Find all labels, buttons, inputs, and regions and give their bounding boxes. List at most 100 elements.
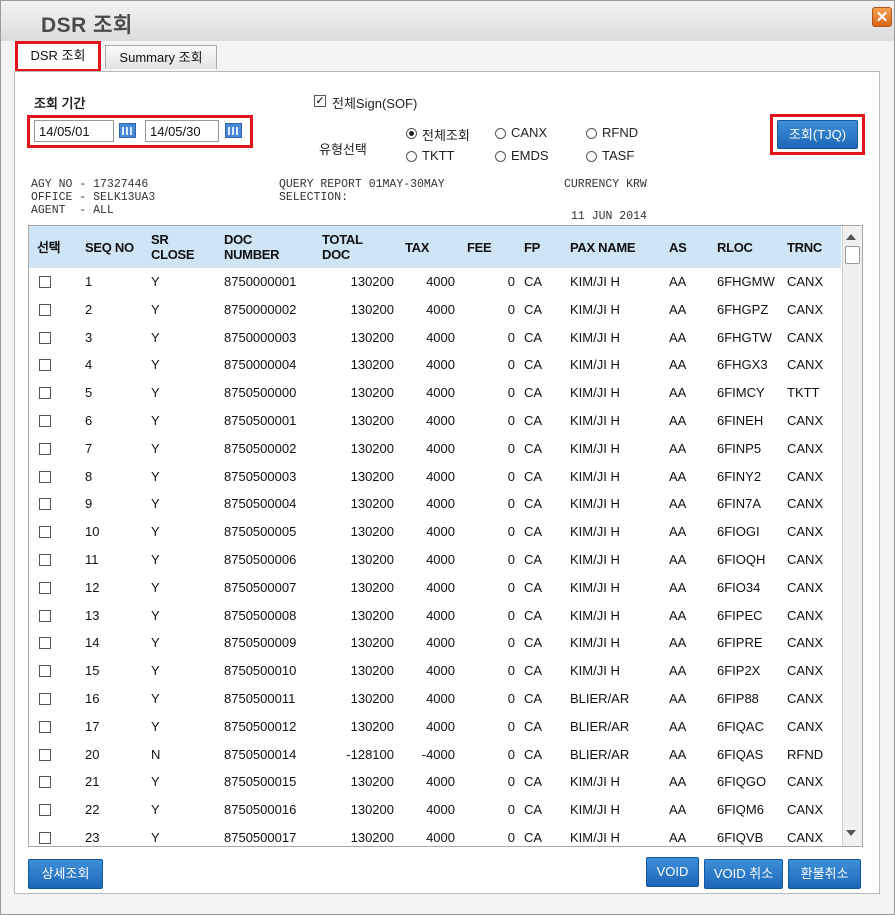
cell-fp: CA	[524, 718, 543, 734]
scroll-up-icon[interactable]	[846, 234, 856, 240]
cell-fee: 0	[507, 357, 515, 373]
cell-fee: 0	[507, 496, 515, 512]
table-row[interactable]: 7 Y 8750500002 130200 4000 0 CA KIM/JI H AA 6FINP…	[29, 435, 841, 463]
cell-rloc: 6FIPEC	[717, 607, 763, 623]
row-select-checkbox[interactable]	[39, 693, 51, 705]
row-select-checkbox[interactable]	[39, 748, 51, 761]
row-select-checkbox[interactable]	[39, 387, 51, 400]
radio-tasf[interactable]	[586, 151, 597, 162]
table-row[interactable]: 20 N 8750500014 -128100 -4000 0 CA BLIER/AR AA 6F…	[29, 741, 841, 769]
cell-seq: 23	[85, 830, 100, 845]
table-row[interactable]: 12 Y 8750500007 130200 4000 0 CA KIM/JI H AA 6FIO…	[29, 574, 841, 602]
radio-all[interactable]	[406, 128, 417, 139]
cell-as: AA	[669, 440, 687, 456]
row-select-checkbox[interactable]	[39, 498, 51, 511]
header-rloc: RLOC	[717, 239, 753, 255]
row-select-checkbox[interactable]	[39, 303, 51, 316]
cell-seq: 22	[85, 802, 100, 818]
detail-button[interactable]: 상세조회	[28, 859, 103, 889]
cell-total: 130200	[350, 774, 394, 790]
row-select-checkbox[interactable]	[39, 442, 51, 455]
cell-rloc: 6FIP88	[717, 691, 759, 706]
calendar-icon[interactable]	[225, 123, 242, 138]
scroll-down-icon[interactable]	[846, 830, 856, 836]
radio-emds[interactable]	[495, 151, 506, 162]
close-icon[interactable]: ✕	[872, 7, 892, 27]
table-row[interactable]: 22 Y 8750500016 130200 4000 0 CA KIM/JI H AA 6FIQ…	[29, 796, 841, 824]
radio-emds-label: EMDS	[511, 148, 549, 163]
cell-total: 130200	[350, 274, 394, 289]
table-row[interactable]: 21 Y 8750500015 130200 4000 0 CA KIM/JI H AA 6FIQ…	[29, 768, 841, 796]
cell-seq: 1	[85, 274, 93, 289]
table-row[interactable]: 10 Y 8750500005 130200 4000 0 CA KIM/JI H AA 6FIO…	[29, 518, 841, 546]
table-scrollbar[interactable]	[842, 226, 862, 846]
cell-total: 130200	[350, 607, 394, 623]
sign-checkbox-label: 전체Sign(SOF)	[332, 96, 418, 111]
tab-dsr[interactable]: DSR 조회	[15, 41, 101, 72]
row-select-checkbox[interactable]	[39, 776, 51, 789]
cell-as: AA	[669, 607, 687, 623]
date-to-field[interactable]: 14/05/30	[145, 120, 219, 142]
radio-rfnd[interactable]	[586, 128, 597, 139]
row-select-checkbox[interactable]	[39, 331, 51, 344]
row-select-checkbox[interactable]	[39, 470, 51, 483]
header-pax-name: PAX NAME	[570, 239, 636, 255]
date-from-field[interactable]: 14/05/01	[34, 120, 114, 142]
void-cancel-button[interactable]: VOID 취소	[704, 859, 783, 889]
cell-fp: CA	[524, 385, 543, 401]
row-select-checkbox[interactable]	[39, 554, 51, 566]
row-select-checkbox[interactable]	[39, 804, 51, 817]
cell-tax: 4000	[426, 607, 455, 623]
cell-sr-close: Y	[151, 663, 160, 679]
search-button[interactable]: 조회(TJQ)	[777, 120, 858, 149]
cell-tax: 4000	[426, 329, 455, 345]
cell-sr-close: Y	[151, 468, 160, 484]
cell-rloc: 6FIOQH	[717, 552, 766, 567]
table-row[interactable]: 4 Y 8750000004 130200 4000 0 CA KIM/JI H AA 6FHGX…	[29, 351, 841, 379]
row-select-checkbox[interactable]	[39, 637, 51, 650]
cell-trnc: CANX	[787, 329, 824, 345]
table-row[interactable]: 15 Y 8750500010 130200 4000 0 CA KIM/JI H AA 6FIP…	[29, 657, 841, 685]
table-row[interactable]: 23 Y 8750500017 130200 4000 0 CA KIM/JI H AA 6FIQ…	[29, 824, 841, 846]
cell-pax: KIM/JI H	[570, 635, 620, 651]
table-row[interactable]: 17 Y 8750500012 130200 4000 0 CA BLIER/AR AA 6FIQ…	[29, 713, 841, 741]
sign-checkbox[interactable]: ✓	[314, 95, 326, 107]
row-select-checkbox[interactable]	[39, 609, 51, 622]
scroll-thumb[interactable]	[845, 246, 860, 264]
radio-canx[interactable]	[495, 128, 506, 139]
table-row[interactable]: 2 Y 8750000002 130200 4000 0 CA KIM/JI H AA 6FHGP…	[29, 296, 841, 324]
table-row[interactable]: 5 Y 8750500000 130200 4000 0 CA KIM/JI H AA 6FIMC…	[29, 379, 841, 407]
table-row[interactable]: 1 Y 8750000001 130200 4000 0 CA KIM/JI H AA 6FHGM…	[29, 268, 841, 296]
row-select-checkbox[interactable]	[39, 720, 51, 733]
row-select-checkbox[interactable]	[39, 415, 51, 427]
cell-total: 130200	[350, 663, 394, 679]
cell-as: AA	[669, 385, 687, 401]
table-row[interactable]: 14 Y 8750500009 130200 4000 0 CA KIM/JI H AA 6FIP…	[29, 629, 841, 657]
row-select-checkbox[interactable]	[39, 832, 51, 844]
table-row[interactable]: 16 Y 8750500011 130200 4000 0 CA BLIER/AR AA 6FIP…	[29, 685, 841, 713]
row-select-checkbox[interactable]	[39, 581, 51, 594]
tab-summary[interactable]: Summary 조회	[105, 45, 217, 69]
cell-pax: BLIER/AR	[570, 691, 630, 706]
table-row[interactable]: 3 Y 8750000003 130200 4000 0 CA KIM/JI H AA 6FHGT…	[29, 324, 841, 352]
cell-total: 130200	[350, 802, 394, 818]
cell-fp: CA	[524, 579, 543, 595]
cell-total: 130200	[350, 385, 394, 401]
table-row[interactable]: 8 Y 8750500003 130200 4000 0 CA KIM/JI H AA 6FINY…	[29, 463, 841, 491]
calendar-icon[interactable]	[119, 123, 136, 138]
row-select-checkbox[interactable]	[39, 276, 51, 288]
table-row[interactable]: 6 Y 8750500001 130200 4000 0 CA KIM/JI H AA 6FINE…	[29, 407, 841, 435]
row-select-checkbox[interactable]	[39, 665, 51, 678]
radio-tktt[interactable]	[406, 151, 417, 162]
refund-cancel-button[interactable]: 환불취소	[788, 859, 861, 889]
table-row[interactable]: 9 Y 8750500004 130200 4000 0 CA KIM/JI H AA 6FIN7…	[29, 490, 841, 518]
void-button[interactable]: VOID	[646, 857, 699, 887]
table-row[interactable]: 13 Y 8750500008 130200 4000 0 CA KIM/JI H AA 6FIP…	[29, 602, 841, 630]
table-row[interactable]: 11 Y 8750500006 130200 4000 0 CA KIM/JI H AA 6FIO…	[29, 546, 841, 574]
cell-total: 130200	[350, 496, 394, 512]
row-select-checkbox[interactable]	[39, 359, 51, 372]
cell-fee: 0	[507, 718, 515, 734]
cell-fee: 0	[507, 663, 515, 679]
cell-rloc: 6FINY2	[717, 468, 762, 484]
row-select-checkbox[interactable]	[39, 526, 51, 539]
